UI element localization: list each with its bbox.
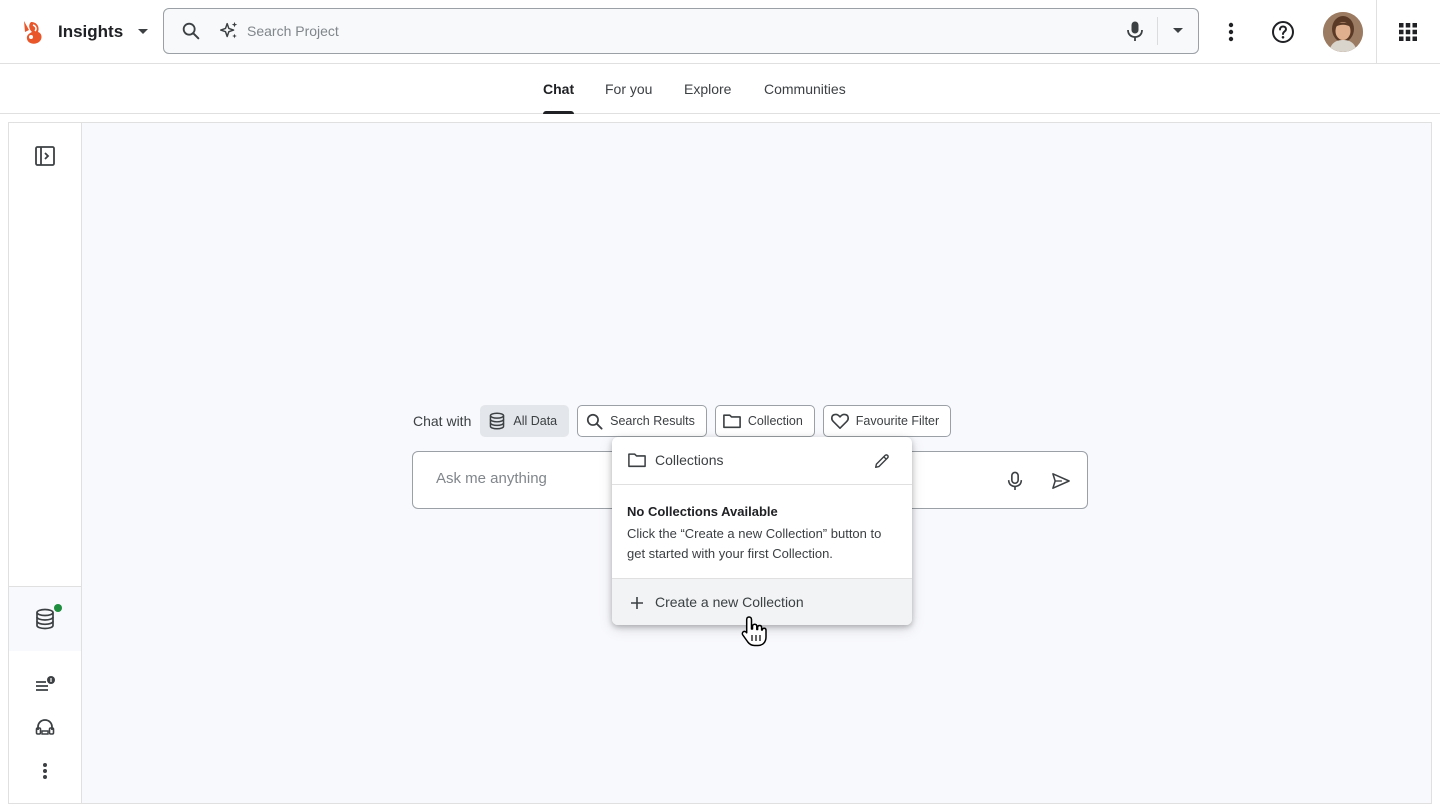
app-title: Insights <box>58 22 124 41</box>
chip-collection[interactable]: Collection <box>714 405 815 437</box>
collections-dropdown: Collections No Collections Available Cli… <box>612 437 912 625</box>
chip-label: Collection <box>747 414 803 428</box>
more-vert-icon[interactable] <box>1215 16 1247 48</box>
microphone-icon[interactable] <box>1123 19 1147 43</box>
create-collection-label: Create a new Collection <box>655 594 804 610</box>
more-vert-icon[interactable] <box>33 759 57 783</box>
nav-tabs: Chat For you Explore Communities <box>0 64 1440 114</box>
support-agent-icon[interactable] <box>33 716 57 740</box>
database-icon[interactable] <box>33 607 57 631</box>
logo-icon <box>24 21 42 44</box>
status-dot <box>54 604 62 612</box>
chip-label: All Data <box>513 414 558 428</box>
search-bar <box>163 8 1199 54</box>
empty-state-title: No Collections Available <box>627 504 778 519</box>
collections-header: Collections <box>612 437 912 485</box>
folder-icon <box>722 411 742 431</box>
chat-workspace: Chat with All Data Search Results Collec… <box>8 122 1432 804</box>
sparkle-icon[interactable] <box>217 19 241 43</box>
chat-context-selector: Chat with All Data Search Results Collec… <box>413 405 952 437</box>
app-switcher[interactable]: Insights <box>18 14 155 50</box>
left-sidebar <box>9 123 82 803</box>
chip-label: Search Results <box>610 414 695 428</box>
send-icon[interactable] <box>1049 469 1073 493</box>
tab-communities[interactable]: Communities <box>764 64 846 114</box>
collections-title: Collections <box>655 452 724 468</box>
search-icon <box>179 19 203 43</box>
dropdown-arrow-icon[interactable] <box>1166 19 1190 43</box>
search-input[interactable] <box>247 23 1123 39</box>
chip-label: Favourite Filter <box>855 414 940 428</box>
edit-pencil-icon[interactable] <box>871 450 893 472</box>
chevron-down-icon[interactable] <box>131 20 155 44</box>
search-icon <box>584 411 604 431</box>
avatar[interactable] <box>1323 12 1363 52</box>
database-icon <box>487 411 507 431</box>
microphone-icon[interactable] <box>1003 469 1027 493</box>
divider <box>1376 0 1377 64</box>
chip-favourite-filter[interactable]: Favourite Filter <box>822 405 952 437</box>
sidebar-toggle-icon[interactable] <box>33 144 57 168</box>
create-collection-button[interactable]: Create a new Collection <box>612 578 912 625</box>
folder-icon <box>627 451 647 471</box>
chat-with-label: Chat with <box>413 413 472 429</box>
plus-icon <box>627 593 647 613</box>
top-bar: Insights <box>0 0 1440 64</box>
divider <box>1157 17 1158 45</box>
chip-search-results[interactable]: Search Results <box>577 405 707 437</box>
tab-for-you[interactable]: For you <box>605 64 652 114</box>
help-icon[interactable] <box>1267 16 1299 48</box>
tab-chat[interactable]: Chat <box>543 64 575 114</box>
notifications-list-icon[interactable] <box>33 673 57 697</box>
chip-all-data[interactable]: All Data <box>480 405 570 437</box>
apps-grid-icon[interactable] <box>1392 16 1424 48</box>
empty-state-description: Click the “Create a new Collection” butt… <box>627 526 882 561</box>
heart-icon <box>830 411 850 431</box>
tab-explore[interactable]: Explore <box>684 64 731 114</box>
